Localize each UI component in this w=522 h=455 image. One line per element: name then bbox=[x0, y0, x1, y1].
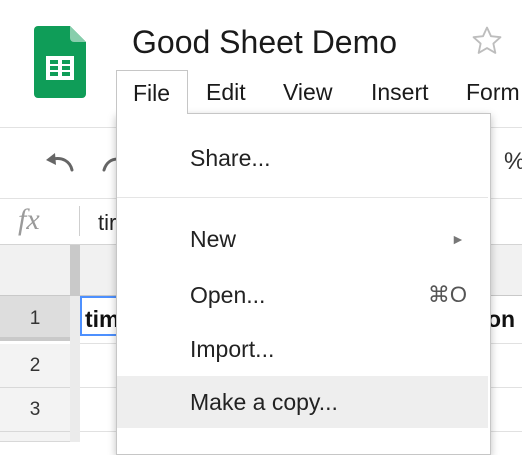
menu-item-share[interactable]: Share... bbox=[117, 132, 488, 184]
menu-format[interactable]: Form bbox=[466, 70, 520, 114]
undo-icon[interactable] bbox=[42, 148, 78, 176]
row-header-3[interactable]: 3 bbox=[0, 388, 70, 432]
formula-divider bbox=[79, 206, 80, 236]
menu-edit[interactable]: Edit bbox=[206, 70, 246, 114]
menu-item-label: Import... bbox=[190, 336, 275, 362]
percent-format-button[interactable]: % bbox=[504, 148, 522, 176]
row-header-4[interactable] bbox=[0, 432, 70, 442]
menu-item-import[interactable]: Import... bbox=[117, 323, 488, 375]
menu-view[interactable]: View bbox=[283, 70, 332, 114]
menu-item-make-a-copy[interactable]: Make a copy... bbox=[117, 376, 488, 428]
cell-a1-value: tim bbox=[85, 306, 120, 332]
star-icon[interactable] bbox=[470, 24, 504, 58]
formula-input[interactable]: tir bbox=[98, 210, 116, 236]
row-header-divider bbox=[70, 296, 80, 442]
file-menu-dropdown: Share... New ► Open... ⌘O Import... Make… bbox=[116, 113, 491, 455]
menu-bar: File Edit View Insert Form bbox=[0, 70, 522, 114]
menu-separator bbox=[117, 197, 488, 198]
submenu-arrow-icon: ► bbox=[451, 231, 465, 247]
menu-item-new[interactable]: New ► bbox=[117, 213, 488, 265]
row-header-1[interactable]: 1 bbox=[0, 296, 70, 341]
menu-item-open[interactable]: Open... ⌘O bbox=[117, 269, 488, 321]
menu-item-label: New bbox=[190, 226, 237, 252]
menu-item-label: Share... bbox=[190, 145, 271, 171]
menu-item-label: Open... bbox=[190, 282, 266, 308]
row-header-2[interactable]: 2 bbox=[0, 344, 70, 388]
shortcut-label: ⌘O bbox=[427, 282, 467, 307]
menu-insert[interactable]: Insert bbox=[371, 70, 429, 114]
select-all-corner[interactable] bbox=[70, 245, 80, 295]
fx-icon: fx bbox=[18, 203, 40, 236]
document-title[interactable]: Good Sheet Demo bbox=[132, 22, 397, 62]
menu-item-label: Make a copy... bbox=[190, 389, 338, 415]
menu-file[interactable]: File bbox=[116, 70, 188, 114]
cell-partial-value: on bbox=[487, 306, 516, 332]
